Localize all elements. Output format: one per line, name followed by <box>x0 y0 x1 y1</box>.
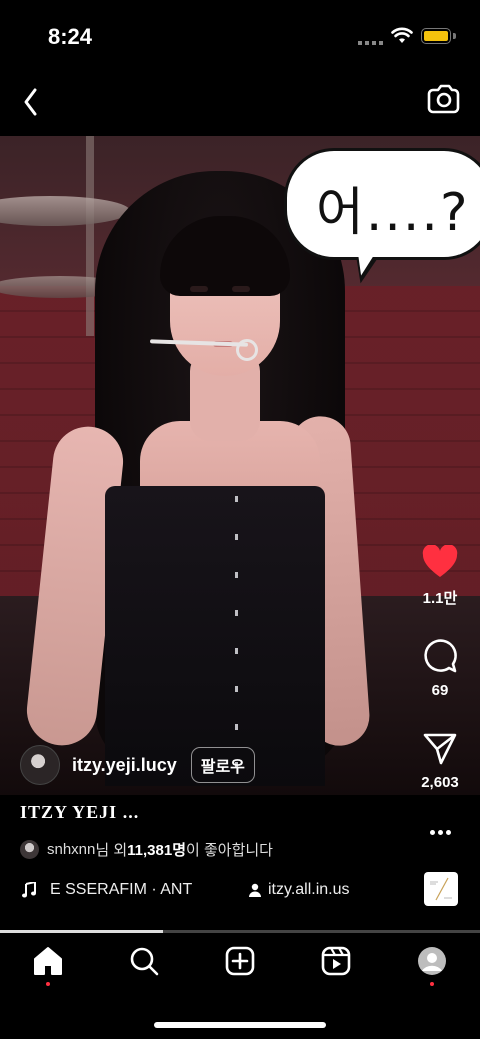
more-dot <box>429 830 435 835</box>
tab-create[interactable] <box>220 946 260 996</box>
author-row: itzy.yeji.lucy 팔로우 <box>20 744 255 786</box>
audio-cover-icon <box>430 877 452 901</box>
person-icon <box>249 883 261 897</box>
top-nav <box>0 70 480 136</box>
profile-notification-dot <box>430 982 434 986</box>
creator-tag[interactable]: itzy.all.in.us <box>248 881 350 899</box>
comment-count: 69 <box>431 682 449 699</box>
comment-icon[interactable] <box>422 638 458 674</box>
speech-bubble-text: 어....? <box>316 183 470 243</box>
author-username[interactable]: itzy.yeji.lucy <box>72 755 177 776</box>
status-time: 8:24 <box>48 24 93 49</box>
audio-track-name[interactable]: E SSERAFIM · ANT <box>50 881 228 899</box>
audio-thumbnail[interactable] <box>424 872 458 906</box>
cellular-signal-icon <box>358 41 384 45</box>
liked-by-suffix: 이 좋아합니다 <box>186 841 273 859</box>
tab-search[interactable] <box>124 946 164 996</box>
send-icon[interactable] <box>422 732 458 766</box>
cymbal-stand <box>86 136 94 336</box>
more-dot <box>445 830 451 835</box>
back-button[interactable] <box>16 78 46 118</box>
video-progress-fill <box>0 930 164 933</box>
outfit-buttons <box>235 496 238 786</box>
plus-square-icon <box>225 946 255 976</box>
reels-icon <box>321 946 351 976</box>
share-count: 2,603 <box>421 774 459 791</box>
more-dot <box>437 830 443 835</box>
music-note-icon <box>22 882 36 898</box>
comment-action[interactable]: 69 <box>400 638 480 699</box>
battery-cap <box>453 33 456 39</box>
liked-by-mid: 님 외 <box>95 841 128 859</box>
video-progress-bar[interactable] <box>0 930 480 933</box>
tab-home[interactable] <box>28 946 68 996</box>
like-action[interactable]: 1.1만 <box>400 545 480 608</box>
battery-icon <box>421 28 451 44</box>
share-action[interactable]: 2,603 <box>400 732 480 791</box>
profile-avatar-icon <box>418 947 446 975</box>
home-notification-dot <box>46 982 50 986</box>
bottom-tab-bar <box>0 936 480 1006</box>
liked-by-count: 11,381명 <box>127 841 187 859</box>
heart-filled-icon[interactable] <box>422 545 458 579</box>
camera-icon <box>427 84 460 114</box>
audio-row[interactable]: E SSERAFIM · ANT itzy.all.in.us <box>22 878 350 902</box>
tab-reels[interactable] <box>316 946 356 996</box>
post-caption[interactable]: ITZY YEJI ... <box>20 802 139 823</box>
home-icon <box>34 947 62 975</box>
liked-by-user: snhxnn <box>47 840 96 858</box>
cymbal <box>0 196 130 226</box>
follow-button[interactable]: 팔로우 <box>190 747 255 783</box>
like-count: 1.1만 <box>422 590 458 607</box>
author-avatar[interactable] <box>20 745 60 785</box>
creator-username: itzy.all.in.us <box>268 881 350 898</box>
liked-by-avatar <box>20 839 39 859</box>
performer-outfit <box>105 486 325 786</box>
tab-profile[interactable] <box>412 946 452 996</box>
headset-mic-head <box>236 339 258 361</box>
status-bar: 8:24 <box>0 0 480 70</box>
search-icon <box>130 947 159 976</box>
home-indicator[interactable] <box>154 1022 326 1028</box>
camera-button[interactable] <box>424 78 462 118</box>
performer-eye <box>190 286 208 292</box>
performer-eye <box>232 286 250 292</box>
chevron-left-icon <box>24 88 37 116</box>
wifi-icon <box>391 27 413 43</box>
more-options-button[interactable] <box>428 822 454 842</box>
liked-by-row[interactable]: snhxnn 님 외 11,381명 이 좋아합니다 <box>20 838 273 860</box>
